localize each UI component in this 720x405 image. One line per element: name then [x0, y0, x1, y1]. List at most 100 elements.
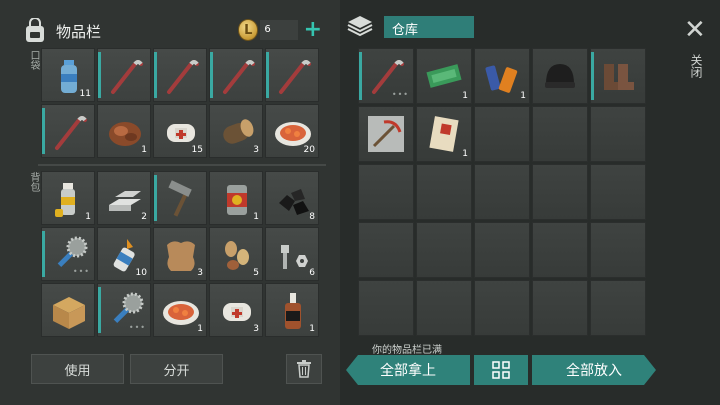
item-slot[interactable]: 1 [97, 104, 151, 158]
empty-slot[interactable] [590, 222, 646, 278]
item-slot[interactable]: 5 [209, 227, 263, 281]
storage-box-icon [347, 16, 373, 37]
crowbar-icon [279, 60, 311, 94]
item-count: 1 [462, 91, 468, 101]
durability-dots: ••• [391, 90, 409, 99]
item-count: 15 [191, 145, 203, 155]
item-slot[interactable] [153, 48, 207, 102]
empty-slot[interactable] [358, 222, 414, 278]
item-slot[interactable]: 10 [97, 227, 151, 281]
storage-grid: ••• 1 1 1 [358, 48, 646, 336]
beanie-hat-icon [545, 64, 575, 88]
durability-dots: ••• [72, 267, 90, 276]
item-slot[interactable] [590, 48, 646, 104]
crowbar-icon [111, 60, 143, 94]
iron-bars-icon [109, 191, 141, 211]
item-count: 1 [85, 212, 91, 222]
trash-button[interactable] [286, 354, 322, 384]
item-slot[interactable] [265, 48, 319, 102]
item-slot[interactable]: 6 [265, 227, 319, 281]
put-all-button[interactable]: 全部放入 [532, 355, 656, 385]
item-slot[interactable]: ••• [41, 227, 95, 281]
item-slot[interactable]: 1 [416, 106, 472, 162]
split-button[interactable]: 分开 [130, 354, 223, 384]
empty-slot[interactable] [358, 164, 414, 220]
item-count: 5 [253, 268, 259, 278]
close-label[interactable]: 关闭 [688, 54, 705, 78]
item-count: 1 [197, 324, 203, 334]
coin-icon: L [238, 19, 259, 41]
empty-slot[interactable] [474, 280, 530, 336]
food-plate-icon [163, 301, 199, 325]
item-slot[interactable] [153, 171, 207, 225]
item-slot[interactable] [358, 106, 414, 162]
empty-slot[interactable] [590, 164, 646, 220]
item-slot[interactable]: 3 [209, 104, 263, 158]
coal-icon [279, 189, 309, 215]
item-slot[interactable] [41, 283, 95, 337]
sort-grid-button[interactable] [474, 355, 528, 385]
empty-slot[interactable] [532, 280, 588, 336]
backpack-grid: 1 2 1 8 ••• 10 3 5 6 ••• 1 3 1 [41, 171, 319, 337]
cardboard-box-icon [53, 297, 85, 329]
item-slot[interactable]: 3 [209, 283, 263, 337]
item-count: 3 [253, 324, 259, 334]
item-slot[interactable] [532, 48, 588, 104]
empty-slot[interactable] [590, 106, 646, 162]
item-slot[interactable]: 1 [416, 48, 472, 104]
item-slot[interactable]: 15 [153, 104, 207, 158]
item-slot[interactable]: 2 [97, 171, 151, 225]
crowbar-icon [223, 60, 255, 94]
use-button[interactable]: 使用 [31, 354, 124, 384]
whiskey-bottle-icon [285, 293, 301, 329]
section-divider [38, 164, 326, 166]
trash-icon [297, 360, 311, 378]
wood-log-icon [223, 119, 254, 144]
leather-icon [167, 241, 195, 271]
empty-slot[interactable] [474, 106, 530, 162]
item-slot[interactable] [41, 104, 95, 158]
item-slot[interactable]: 1 [265, 283, 319, 337]
empty-slot[interactable] [532, 164, 588, 220]
canned-food-icon [227, 185, 247, 215]
item-count: 3 [197, 268, 203, 278]
take-all-button[interactable]: 全部拿上 [346, 355, 470, 385]
storage-header: 仓库 [346, 14, 474, 40]
item-slot[interactable]: ••• [358, 48, 414, 104]
item-slot[interactable] [97, 48, 151, 102]
pickaxe-blueprint-icon [368, 116, 404, 152]
item-slot[interactable]: 1 [209, 171, 263, 225]
grid-icon [492, 361, 510, 379]
backpack-icon [26, 18, 44, 42]
empty-slot[interactable] [416, 164, 472, 220]
item-slot[interactable]: 1 [474, 48, 530, 104]
item-count: 6 [309, 268, 315, 278]
empty-slot[interactable] [532, 106, 588, 162]
item-count: 10 [135, 268, 147, 278]
empty-slot[interactable] [416, 280, 472, 336]
item-slot[interactable]: 1 [41, 171, 95, 225]
item-slot[interactable]: ••• [97, 283, 151, 337]
empty-slot[interactable] [532, 222, 588, 278]
add-coins-button[interactable]: + [304, 19, 322, 41]
durability-dots: ••• [128, 323, 146, 332]
item-count: 1 [520, 91, 526, 101]
inventory-title: 物品栏 [56, 22, 102, 41]
empty-slot[interactable] [358, 280, 414, 336]
crowbar-icon [55, 116, 87, 150]
empty-slot[interactable] [474, 222, 530, 278]
item-slot[interactable]: 20 [265, 104, 319, 158]
empty-slot[interactable] [474, 164, 530, 220]
item-slot[interactable] [209, 48, 263, 102]
empty-slot[interactable] [590, 280, 646, 336]
item-count: 1 [141, 145, 147, 155]
item-slot[interactable]: 8 [265, 171, 319, 225]
close-button[interactable]: ✕ [684, 17, 706, 43]
item-slot[interactable]: 3 [153, 227, 207, 281]
empty-slot[interactable] [416, 222, 472, 278]
coin-display: L 6 + [238, 18, 322, 42]
item-count: 1 [462, 149, 468, 159]
item-slot[interactable]: 11 [41, 48, 95, 102]
inventory-full-message: 你的物品栏已满 [372, 345, 442, 356]
item-slot[interactable]: 1 [153, 283, 207, 337]
